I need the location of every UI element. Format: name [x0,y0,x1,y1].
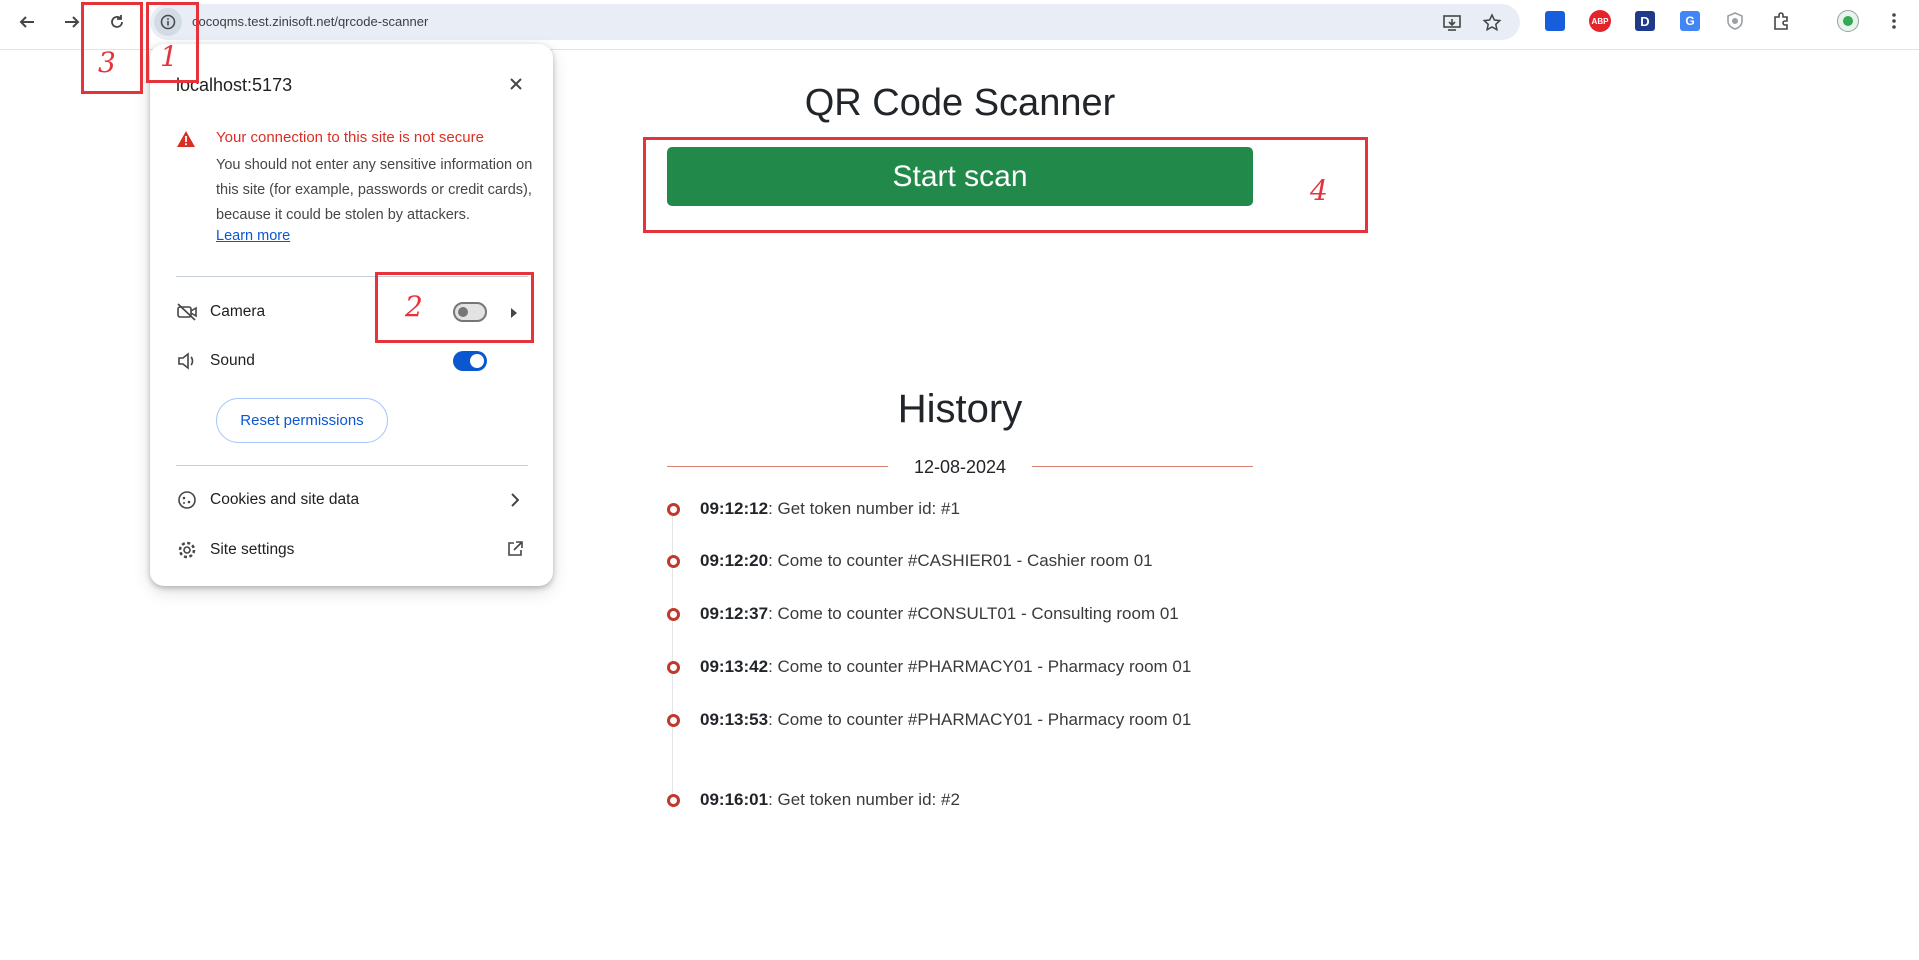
camera-off-icon [176,301,198,323]
sound-permission-label: Sound [210,352,255,369]
popup-divider [176,465,528,466]
annotation-number-3: 3 [98,46,116,79]
browser-toolbar: cocoqms.test.zinisoft.net/qrcode-scanner… [0,0,1919,50]
translate-extension-icon[interactable]: G [1678,9,1702,33]
reset-permissions-button[interactable]: Reset permissions [216,398,388,443]
timeline-dot [667,608,680,621]
timeline-dot [667,794,680,807]
cookies-link-label[interactable]: Cookies and site data [210,491,359,509]
speaker-icon [176,350,198,372]
history-title: History [897,387,1023,431]
learn-more-link[interactable]: Learn more [216,228,290,244]
entry-time: 09:13:53 [700,710,769,729]
extensions-puzzle-icon[interactable] [1769,9,1793,33]
connection-warning-text: You should not enter any sensitive infor… [216,157,533,223]
connection-warning-title: Your connection to this site is not secu… [216,129,484,146]
annotation-box-4 [643,137,1368,233]
history-date: 12-08-2024 [913,457,1007,477]
entry-time: 09:12:20 [700,551,769,570]
dashlane-extension-icon[interactable]: D [1633,9,1657,33]
site-settings-link-label[interactable]: Site settings [210,541,294,559]
entry-text: : Get token number id: #1 [768,499,960,518]
cookie-icon [176,489,198,511]
install-app-icon[interactable] [1440,11,1464,35]
back-icon[interactable] [12,7,42,37]
bitwarden-extension-icon[interactable] [1543,9,1567,33]
entry-time: 09:12:37 [700,604,769,623]
entry-time: 09:13:42 [700,657,769,676]
warning-icon [176,130,196,153]
entry-text: : Come to counter #PHARMACY01 - Pharmacy… [768,657,1192,676]
timeline-dot [667,714,680,727]
timeline-dot [667,661,680,674]
date-divider-left [667,466,888,467]
bookmark-star-icon[interactable] [1480,11,1504,35]
entry-text: : Get token number id: #2 [768,790,960,809]
external-link-icon[interactable] [506,540,524,563]
timeline-dot [667,503,680,516]
address-bar[interactable]: cocoqms.test.zinisoft.net/qrcode-scanner [150,4,1520,40]
more-menu-icon[interactable] [1882,9,1906,33]
adblock-plus-extension-icon[interactable]: ABP [1588,9,1612,33]
annotation-box-2 [375,272,534,343]
camera-permission-label: Camera [210,303,266,320]
entry-text: : Come to counter #CASHIER01 - Cashier r… [768,551,1153,570]
profile-avatar-icon[interactable] [1836,9,1860,33]
annotation-number-4: 4 [1310,174,1328,207]
sound-toggle[interactable] [453,351,487,371]
close-icon[interactable] [504,72,528,96]
shield-extension-icon[interactable] [1723,9,1747,33]
date-divider-right [1032,466,1253,467]
timeline-dot [667,555,680,568]
page-title: QR Code Scanner [804,82,1116,124]
entry-text: : Come to counter #CONSULT01 - Consultin… [768,604,1179,623]
entry-time: 09:12:12 [700,499,769,518]
timeline-line [672,508,673,808]
settings-gear-icon [176,539,198,561]
url-text[interactable]: cocoqms.test.zinisoft.net/qrcode-scanner [192,14,428,29]
annotation-number-2: 2 [405,290,423,323]
chevron-right-icon[interactable] [510,493,520,512]
annotation-number-1: 1 [160,40,178,73]
entry-text: : Come to counter #PHARMACY01 - Pharmacy… [768,710,1192,729]
entry-time: 09:16:01 [700,790,769,809]
